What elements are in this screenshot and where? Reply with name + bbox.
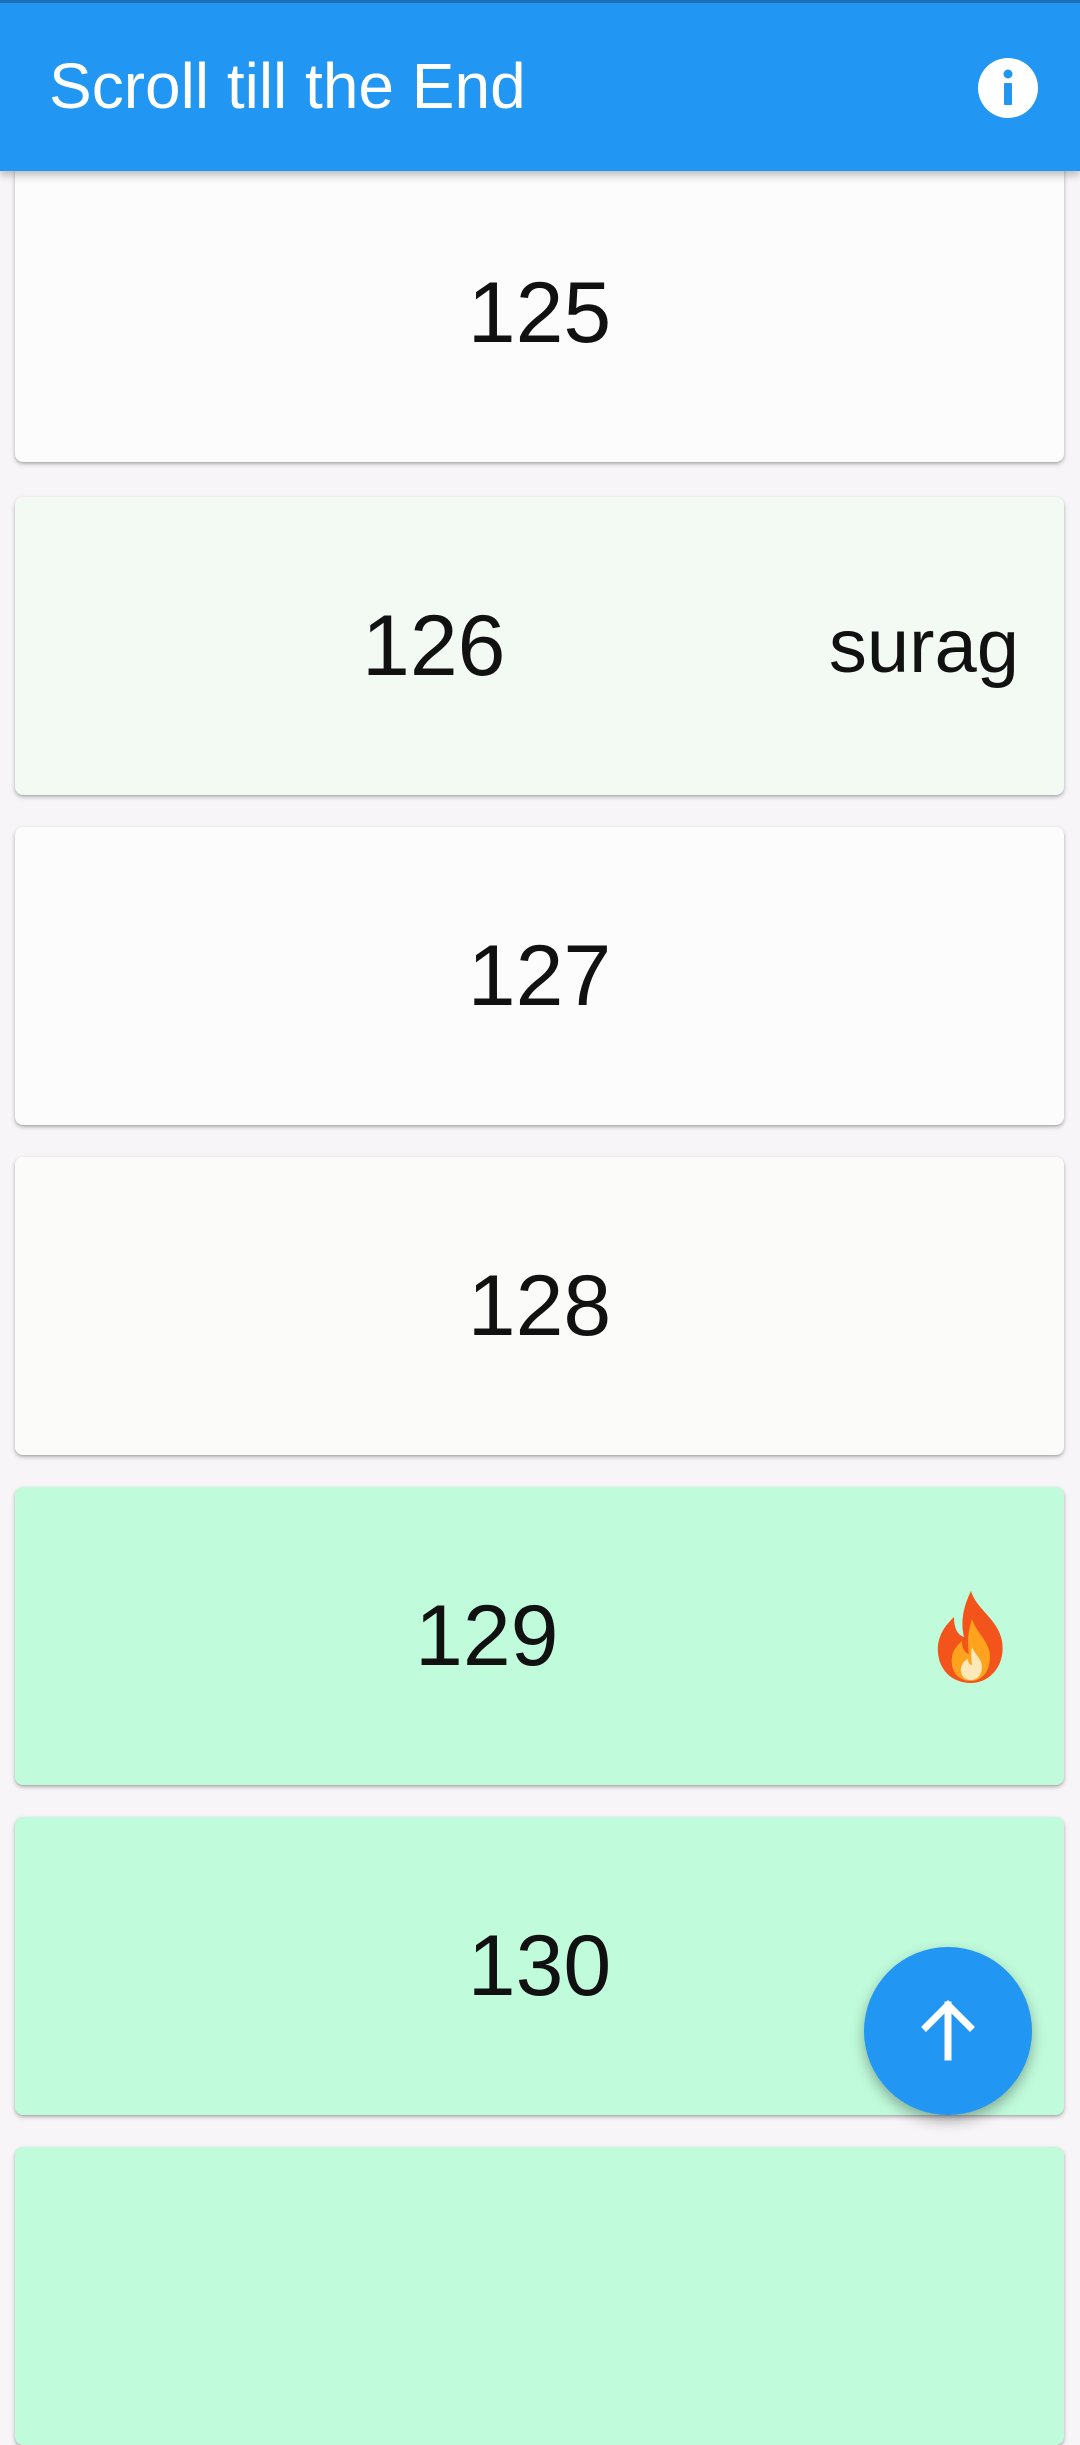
item-number: 125 [467, 264, 612, 361]
list-item-126[interactable]: 126 surag [15, 497, 1064, 795]
list-item-125[interactable]: 125 [15, 164, 1064, 462]
item-number: 127 [467, 927, 612, 1024]
fire-icon [937, 1591, 1003, 1683]
item-number: 128 [467, 1257, 612, 1354]
item-number [15, 2147, 1064, 2445]
item-number: 129 [415, 1587, 559, 1684]
list-item-129[interactable]: 129 [15, 1487, 1064, 1785]
info-icon [978, 58, 1038, 118]
arrow-up-icon [921, 2000, 975, 2061]
list-item-128[interactable]: 128 [15, 1157, 1064, 1455]
info-button[interactable] [977, 57, 1039, 119]
item-tag: surag [828, 603, 1019, 689]
list-item-131[interactable] [15, 2147, 1064, 2445]
scroll-to-top-button[interactable] [864, 1947, 1032, 2115]
list-item-127[interactable]: 127 [15, 827, 1064, 1125]
app-bar: Scroll till the End [0, 0, 1080, 171]
page-title: Scroll till the End [49, 50, 526, 122]
status-divider [0, 0, 1080, 3]
number-list[interactable]: 125 126 surag 127 128 129 130 [0, 0, 1080, 2445]
item-number: 126 [362, 597, 506, 694]
